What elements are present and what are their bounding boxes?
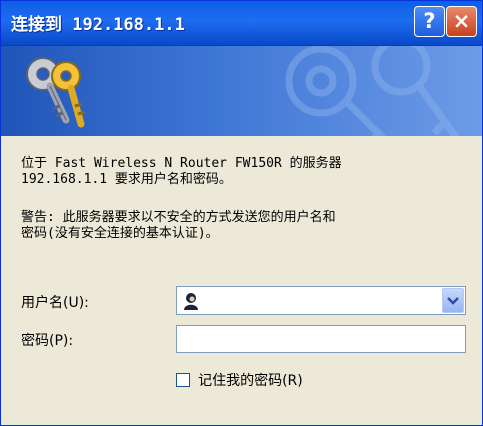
server-message: 位于 Fast Wireless N Router FW150R 的服务器 19…: [21, 156, 342, 187]
help-button[interactable]: ?: [414, 6, 445, 37]
dialog-banner: [1, 46, 482, 136]
remember-password-label[interactable]: 记住我的密码(R): [198, 373, 303, 389]
close-icon: ×: [452, 9, 471, 33]
title-bar[interactable]: 连接到 192.168.1.1 ? ×: [1, 1, 482, 46]
help-icon: ?: [423, 9, 436, 33]
remember-password-row[interactable]: 记住我的密码(R): [176, 369, 303, 389]
password-label: 密码(P):: [21, 333, 74, 349]
username-label: 用户名(U):: [21, 295, 89, 311]
username-combobox[interactable]: [176, 286, 466, 315]
chevron-down-icon: [447, 297, 459, 305]
security-warning: 警告: 此服务器要求以不安全的方式发送您的用户名和 密码(没有安全连接的基本认证…: [21, 210, 336, 241]
banner-watermark-icon: [285, 46, 460, 136]
remember-password-checkbox[interactable]: [176, 372, 190, 387]
close-button[interactable]: ×: [446, 6, 477, 37]
username-dropdown-button[interactable]: [442, 288, 464, 313]
password-field[interactable]: [176, 325, 466, 353]
window-title: 连接到 192.168.1.1: [11, 15, 185, 35]
keys-icon: [26, 57, 86, 128]
login-dialog: 连接到 192.168.1.1 ? × 位于 Fast Wireless N R…: [0, 0, 483, 426]
dialog-body: 位于 Fast Wireless N Router FW150R 的服务器 19…: [1, 136, 482, 425]
user-avatar-icon: [184, 293, 198, 310]
